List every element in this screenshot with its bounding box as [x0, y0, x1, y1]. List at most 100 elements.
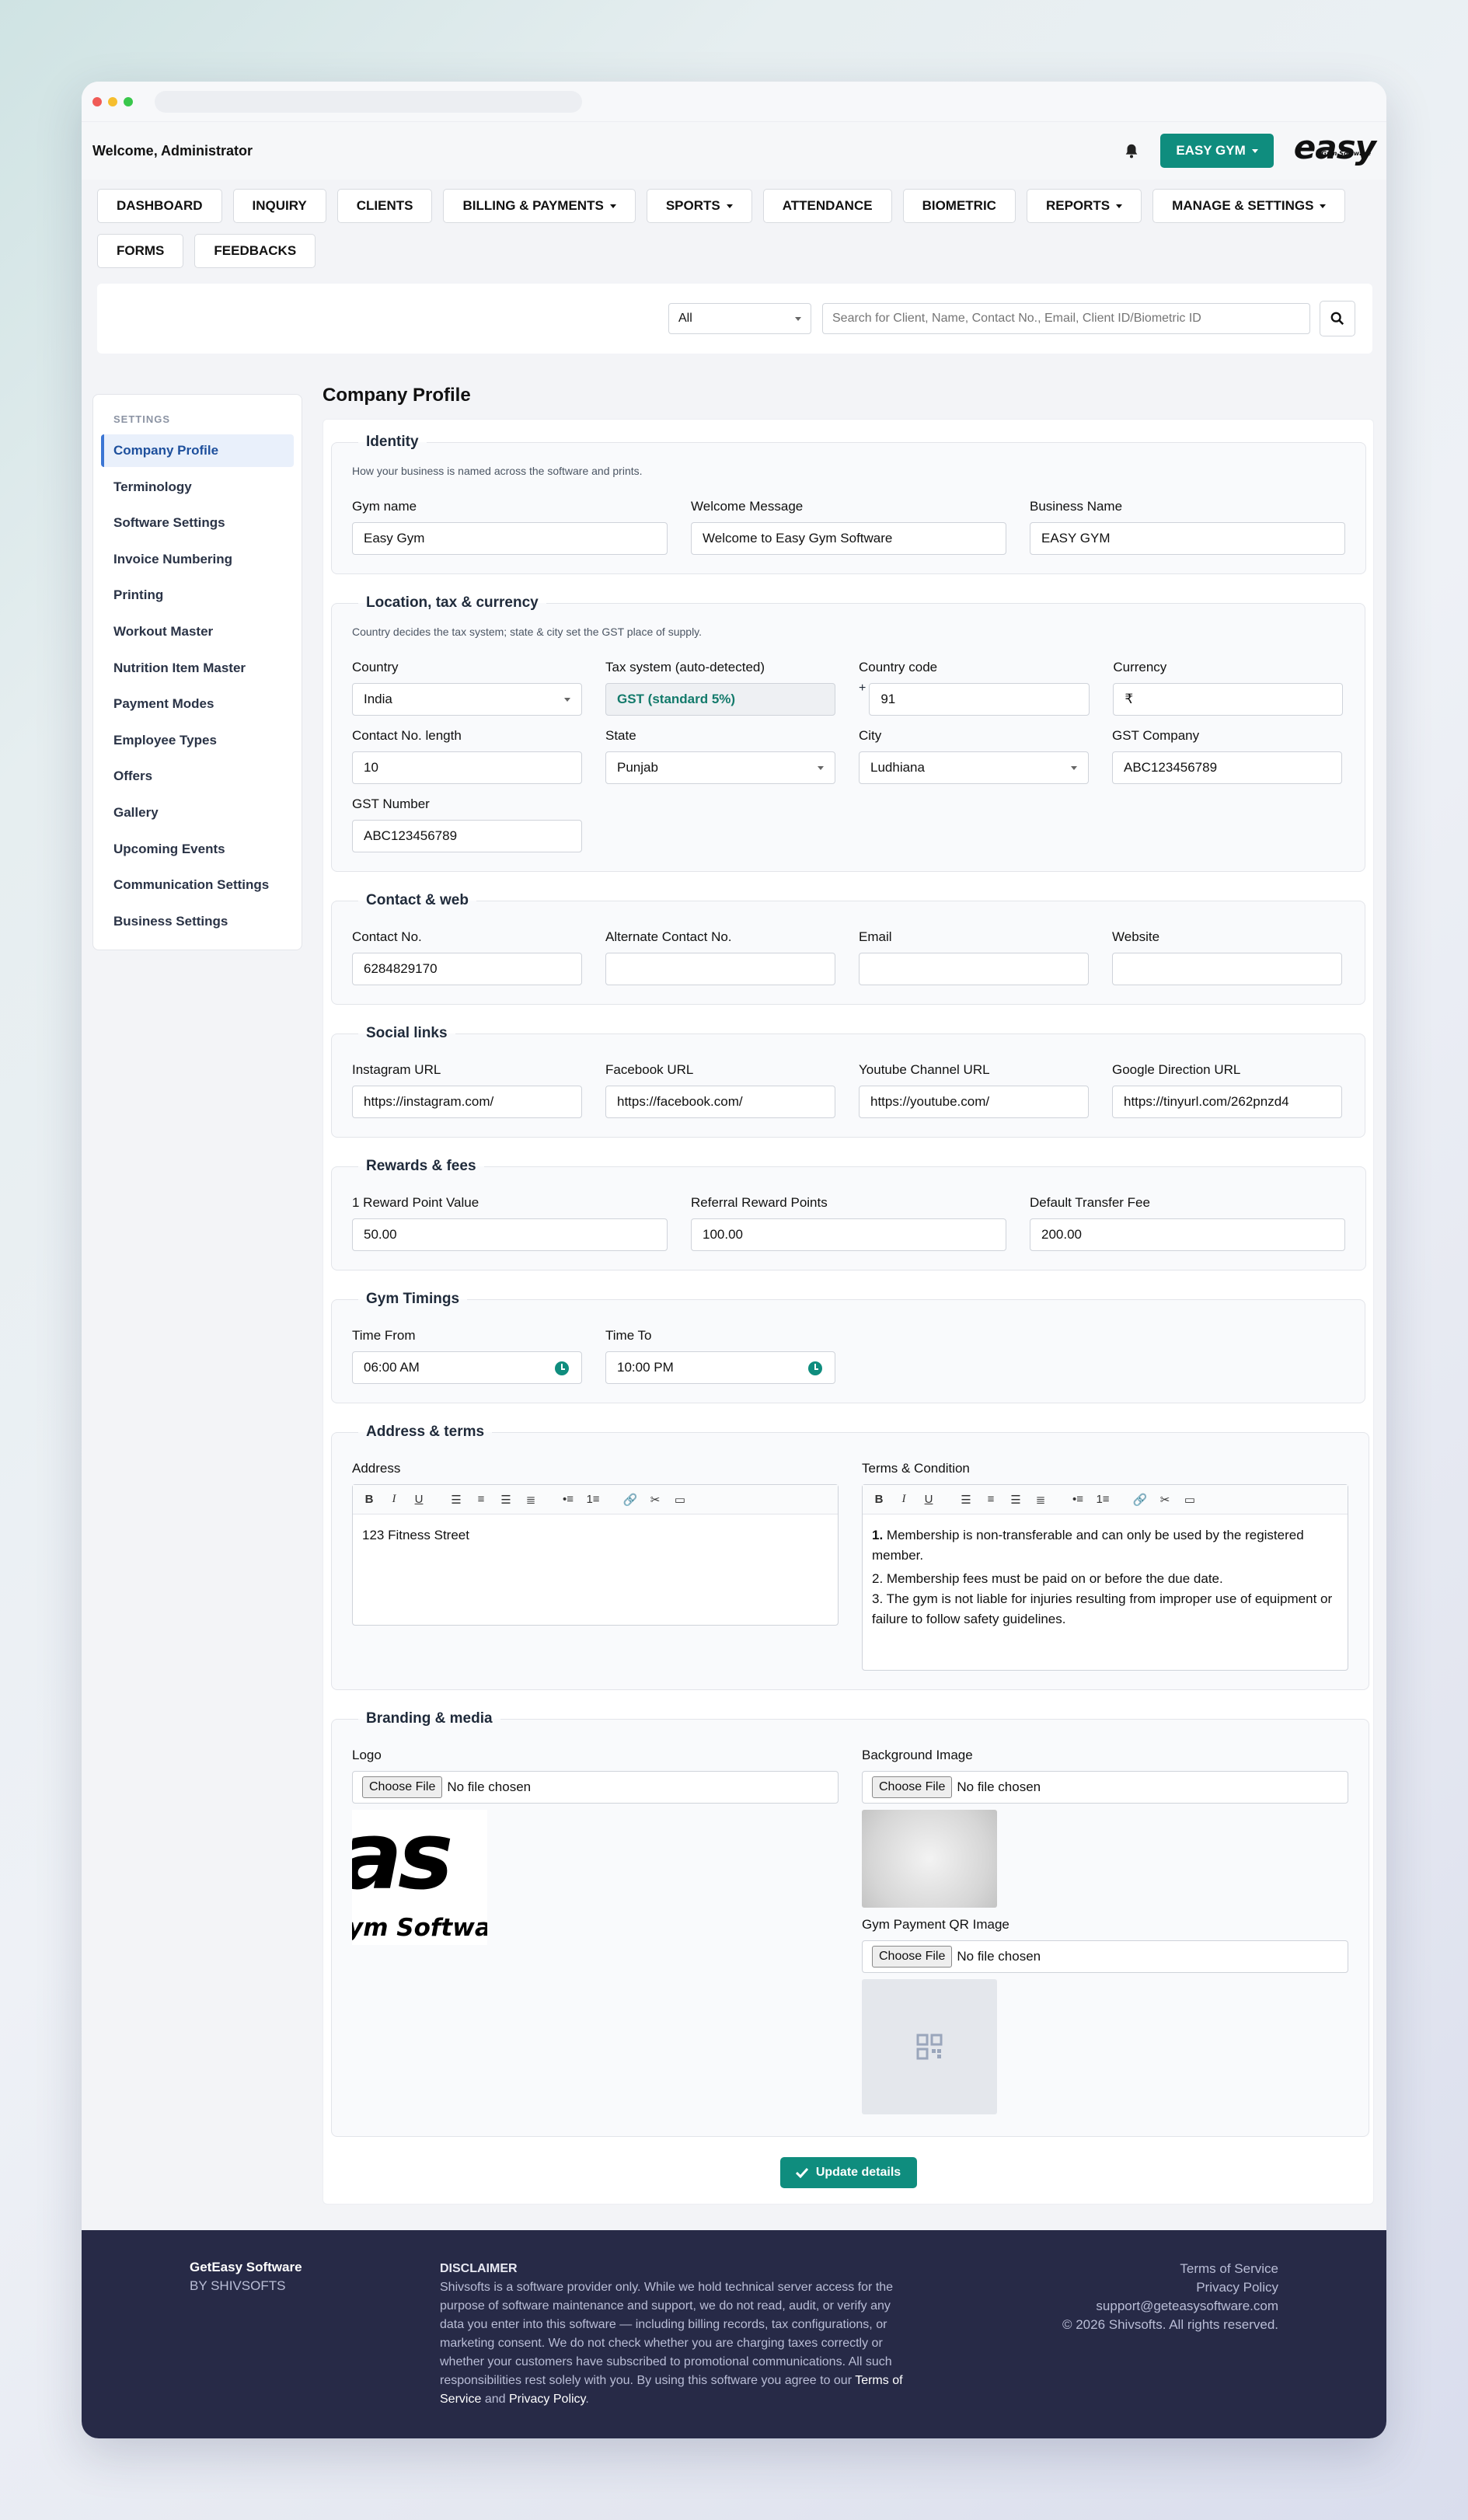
gym-switch-button[interactable]: EASY GYM [1160, 134, 1274, 168]
nav-reports-button[interactable]: REPORTS [1026, 189, 1142, 223]
time-to-input[interactable]: 10:00 PM [605, 1351, 835, 1384]
gst-number-input[interactable]: ABC123456789 [352, 820, 582, 852]
image-icon[interactable]: ▭ [1181, 1493, 1198, 1507]
time-from-input[interactable]: 06:00 AM [352, 1351, 582, 1384]
welcome-message-input[interactable]: Welcome to Easy Gym Software [691, 522, 1006, 555]
address-editor[interactable]: B I U ☰ ≡ ☰ ≣ •≡ 1≡ 🔗 ✂ ▭ 123 Fitness Street [352, 1484, 839, 1626]
bullet-list-icon[interactable]: •≡ [560, 1493, 577, 1506]
sidebar-item-gallery[interactable]: Gallery [101, 796, 294, 829]
link-icon[interactable]: 🔗 [1132, 1493, 1149, 1507]
nav-inquiry-button[interactable]: INQUIRY [232, 189, 326, 223]
underline-icon[interactable]: U [920, 1493, 937, 1506]
footer-privacy-link[interactable]: Privacy Policy [1062, 2278, 1278, 2297]
country-select[interactable]: India [352, 683, 582, 716]
sidebar-item-terminology[interactable]: Terminology [101, 471, 294, 504]
align-right-icon[interactable]: ☰ [1007, 1493, 1024, 1507]
sidebar-item-software-settings[interactable]: Software Settings [101, 507, 294, 539]
nav-feedbacks-button[interactable]: FEEDBACKS [194, 234, 316, 268]
currency-input[interactable]: ₹ [1113, 683, 1344, 716]
bell-icon[interactable] [1123, 142, 1140, 159]
nav-attendance-button[interactable]: ATTENDANCE [762, 189, 892, 223]
search-filter-select[interactable]: All [668, 303, 811, 334]
referral-points-input[interactable]: 100.00 [691, 1218, 1006, 1251]
qr-file-input[interactable]: Choose File No file chosen [862, 1940, 1348, 1973]
bold-icon[interactable]: B [361, 1493, 378, 1506]
clock-icon[interactable] [555, 1361, 569, 1375]
italic-icon[interactable]: I [385, 1493, 403, 1506]
close-dot-icon[interactable] [92, 96, 102, 106]
align-left-icon[interactable]: ☰ [448, 1493, 465, 1507]
disclaimer-privacy-link[interactable]: Privacy Policy [509, 2393, 585, 2406]
sidebar-item-offers[interactable]: Offers [101, 760, 294, 793]
website-input[interactable] [1112, 953, 1342, 985]
choose-file-button[interactable]: Choose File [872, 1776, 953, 1798]
link-icon[interactable]: 🔗 [622, 1493, 639, 1507]
logo-file-input[interactable]: Choose File No file chosen [352, 1771, 839, 1804]
nav-clients-button[interactable]: CLIENTS [336, 189, 433, 223]
align-left-icon[interactable]: ☰ [957, 1493, 975, 1507]
italic-icon[interactable]: I [895, 1493, 912, 1506]
choose-file-button[interactable]: Choose File [362, 1776, 443, 1798]
numbered-list-icon[interactable]: 1≡ [584, 1493, 601, 1506]
footer-support-email[interactable]: support@geteasysoftware.com [1062, 2297, 1278, 2316]
justify-icon[interactable]: ≣ [1032, 1493, 1049, 1507]
sidebar-item-nutrition-item-master[interactable]: Nutrition Item Master [101, 652, 294, 685]
sidebar-item-company-profile[interactable]: Company Profile [101, 434, 294, 467]
sidebar-item-communication-settings[interactable]: Communication Settings [101, 869, 294, 901]
search-button[interactable] [1320, 301, 1355, 336]
reward-point-value-input[interactable]: 50.00 [352, 1218, 668, 1251]
footer-tos-link[interactable]: Terms of Service [1062, 2260, 1278, 2278]
transfer-fee-input[interactable]: 200.00 [1030, 1218, 1345, 1251]
nav-biometric-button[interactable]: BIOMETRIC [902, 189, 1016, 223]
unlink-icon[interactable]: ✂ [1156, 1493, 1173, 1507]
update-details-button[interactable]: Update details [779, 2157, 917, 2188]
image-icon[interactable]: ▭ [671, 1493, 689, 1507]
state-select[interactable]: Punjab [605, 751, 835, 784]
youtube-url-input[interactable]: https://youtube.com/ [859, 1086, 1089, 1118]
contact-length-input[interactable]: 10 [352, 751, 582, 784]
choose-file-button[interactable]: Choose File [872, 1946, 953, 1968]
gym-name-input[interactable]: Easy Gym [352, 522, 668, 555]
instagram-url-input[interactable]: https://instagram.com/ [352, 1086, 582, 1118]
url-bar[interactable] [155, 90, 582, 113]
nav-billing-payments-button[interactable]: BILLING & PAYMENTS [443, 189, 636, 223]
terms-editor[interactable]: B I U ☰ ≡ ☰ ≣ •≡ 1≡ 🔗 ✂ ▭ 1. Membership is non-tran… [862, 1484, 1348, 1671]
nav-sports-button[interactable]: SPORTS [646, 189, 752, 223]
clock-icon[interactable] [808, 1361, 822, 1375]
sidebar-item-printing[interactable]: Printing [101, 579, 294, 612]
sidebar-item-upcoming-events[interactable]: Upcoming Events [101, 833, 294, 866]
minimize-dot-icon[interactable] [108, 96, 117, 106]
terms-text[interactable]: 1. Membership is non-transferable and ca… [863, 1514, 1348, 1640]
alternate-contact-input[interactable] [605, 953, 835, 985]
align-center-icon[interactable]: ≡ [982, 1493, 999, 1506]
background-file-input[interactable]: Choose File No file chosen [862, 1771, 1348, 1804]
business-name-input[interactable]: EASY GYM [1030, 522, 1345, 555]
nav-dashboard-button[interactable]: DASHBOARD [97, 189, 222, 223]
search-input[interactable] [822, 303, 1310, 334]
sidebar-item-invoice-numbering[interactable]: Invoice Numbering [101, 543, 294, 576]
address-text[interactable]: 123 Fitness Street [353, 1514, 838, 1556]
contact-no-input[interactable]: 6284829170 [352, 953, 582, 985]
sidebar-item-payment-modes[interactable]: Payment Modes [101, 688, 294, 720]
email-input[interactable] [859, 953, 1089, 985]
numbered-list-icon[interactable]: 1≡ [1094, 1493, 1111, 1506]
sidebar-item-business-settings[interactable]: Business Settings [101, 905, 294, 938]
country-code-input[interactable]: 91 [869, 683, 1090, 716]
justify-icon[interactable]: ≣ [522, 1493, 539, 1507]
unlink-icon[interactable]: ✂ [647, 1493, 664, 1507]
underline-icon[interactable]: U [410, 1493, 427, 1506]
maximize-dot-icon[interactable] [124, 96, 133, 106]
nav-manage-settings-button[interactable]: MANAGE & SETTINGS [1152, 189, 1346, 223]
bold-icon[interactable]: B [870, 1493, 887, 1506]
align-right-icon[interactable]: ☰ [497, 1493, 514, 1507]
sidebar-item-employee-types[interactable]: Employee Types [101, 724, 294, 757]
google-direction-input[interactable]: https://tinyurl.com/262pnzd4 [1112, 1086, 1342, 1118]
align-center-icon[interactable]: ≡ [472, 1493, 490, 1506]
sidebar-item-workout-master[interactable]: Workout Master [101, 615, 294, 648]
city-select[interactable]: Ludhiana [859, 751, 1089, 784]
bullet-list-icon[interactable]: •≡ [1069, 1493, 1086, 1506]
nav-forms-button[interactable]: FORMS [97, 234, 184, 268]
facebook-url-input[interactable]: https://facebook.com/ [605, 1086, 835, 1118]
file-status: No file chosen [957, 1949, 1041, 1964]
gst-company-input[interactable]: ABC123456789 [1112, 751, 1342, 784]
